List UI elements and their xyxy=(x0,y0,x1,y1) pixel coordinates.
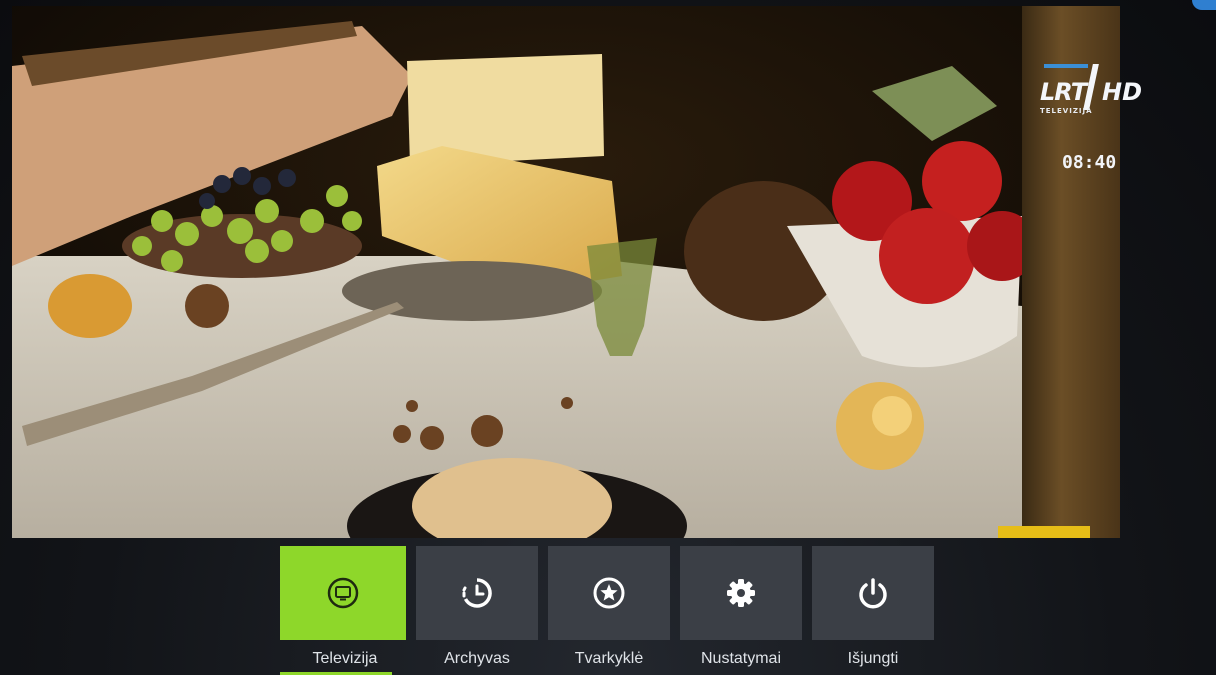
menu-tile[interactable] xyxy=(812,546,934,640)
playback-progress-indicator xyxy=(998,526,1090,538)
star-icon xyxy=(593,577,625,609)
tv-screen: LRT HD TELEVIZIJA 08:40 Televizija Archy… xyxy=(0,0,1216,675)
gear-icon xyxy=(727,579,755,607)
menu-tile[interactable] xyxy=(280,546,406,640)
menu-tile[interactable] xyxy=(680,546,802,640)
tv-icon xyxy=(327,577,359,609)
video-player xyxy=(12,6,1120,538)
menu-item-nustatymai[interactable]: Nustatymai xyxy=(680,546,802,675)
corner-indicator xyxy=(1192,0,1216,10)
menu-tile[interactable] xyxy=(416,546,538,640)
menu-item-televizija[interactable]: Televizija xyxy=(280,546,406,675)
channel-logo: LRT HD TELEVIZIJA xyxy=(1040,58,1170,122)
menu-label: Tvarkyklė xyxy=(574,650,644,667)
clock: 08:40 xyxy=(1062,152,1117,173)
logo-subtitle: TELEVIZIJA xyxy=(1040,107,1093,115)
menu-label: Nustatymai xyxy=(700,650,782,667)
menu-label: Išjungti xyxy=(847,650,899,667)
menu-label: Archyvas xyxy=(444,650,510,667)
history-icon xyxy=(462,578,492,608)
video-frame xyxy=(12,6,1120,538)
logo-accent xyxy=(1044,64,1088,68)
logo-hd-text: HD xyxy=(1102,78,1143,106)
menu-tile[interactable] xyxy=(548,546,670,640)
menu-item-tvarkykle[interactable]: Tvarkyklė xyxy=(548,546,670,675)
menu-item-isjungti[interactable]: Išjungti xyxy=(812,546,934,675)
main-menu: Televizija Archyvas Tvarkyklė Nustatymai… xyxy=(280,546,944,675)
logo-text: LRT xyxy=(1040,78,1087,106)
menu-label: Televizija xyxy=(312,650,378,667)
menu-item-archyvas[interactable]: Archyvas xyxy=(416,546,538,675)
power-icon xyxy=(859,578,887,609)
